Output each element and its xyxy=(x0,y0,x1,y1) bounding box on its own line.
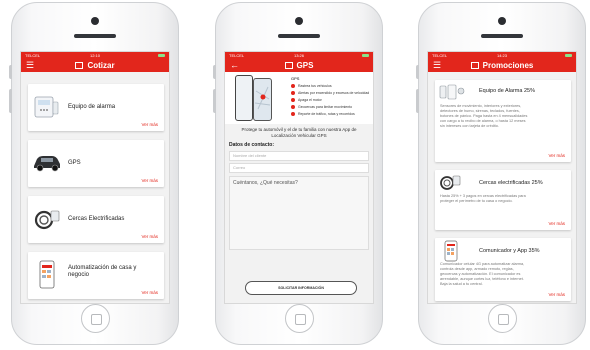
page-title: Cotizar xyxy=(21,59,169,72)
front-camera xyxy=(295,17,303,25)
status-bar: TELCEL 12:10 xyxy=(21,52,169,59)
front-camera xyxy=(91,17,99,25)
earpiece-speaker xyxy=(481,34,523,38)
earpiece-speaker xyxy=(74,34,116,38)
features-title: GPS xyxy=(291,76,300,81)
screen-promociones: TELCEL 14:23 ☰ Promociones Equipo de Ala… xyxy=(427,51,577,304)
status-bar: TELCEL 14:23 xyxy=(428,52,576,59)
app-bar: ← GPS xyxy=(225,59,373,72)
feature-item: Reporte de tráfico, rutas y recorridos xyxy=(291,111,369,118)
see-more-link[interactable]: Ver más xyxy=(548,221,565,226)
promo-description: Comunicador celular 4G para automatizar … xyxy=(440,262,525,286)
message-textarea[interactable]: Cuéntanos, ¿Qué necesitas? xyxy=(229,176,369,250)
promo-card-alarm[interactable]: Equipo de Alarma 25% Sensores de movimie… xyxy=(435,80,571,162)
page-title: GPS xyxy=(225,59,373,72)
card-label: Cercas Electrificadas xyxy=(68,216,125,222)
battery-icon xyxy=(158,54,165,57)
clock: 12:10 xyxy=(89,53,100,58)
map-pin-icon xyxy=(254,86,271,110)
app-bar: ☰ Promociones xyxy=(428,59,576,72)
name-field[interactable]: Nombre del cliente xyxy=(229,151,369,161)
feature-item: Apaga el motor xyxy=(291,97,369,104)
alarm-sensors-icon xyxy=(439,84,465,100)
see-more-link[interactable]: Ver más xyxy=(141,234,158,239)
home-square-icon xyxy=(91,314,102,325)
clock: 14:23 xyxy=(496,53,507,58)
app-bar: ☰ Cotizar xyxy=(21,59,169,72)
promo-description: Hasta 25% + 3 pagos en cercas electrific… xyxy=(440,194,526,203)
intro-text: Protege tu automóvil y el de tu familia … xyxy=(241,127,357,138)
see-more-link[interactable]: Ver más xyxy=(548,292,565,297)
card-label: GPS xyxy=(68,160,81,166)
card-label: Equipo de alarma xyxy=(68,104,116,110)
quote-card-automation[interactable]: Automatización de casa y negocio Ver más xyxy=(28,252,164,299)
screen-cotizar: TELCEL 12:10 ☰ Cotizar Equipo de alarma … xyxy=(20,51,170,304)
bullet-icon xyxy=(291,84,295,88)
card-label: Automatización de casa y negocio xyxy=(68,265,137,278)
quote-card-gps[interactable]: GPS Ver más xyxy=(28,140,164,187)
feature-item: Rastrea tus vehículos xyxy=(291,83,369,90)
front-camera xyxy=(498,17,506,25)
smart-home-phone-icon xyxy=(39,260,55,289)
promo-description: Sensores de movimiento, interiores y ext… xyxy=(440,104,528,128)
quote-card-fence[interactable]: Cercas Electrificadas Ver más xyxy=(28,196,164,243)
see-more-link[interactable]: Ver más xyxy=(548,153,565,158)
email-field[interactable]: Correo xyxy=(229,163,369,173)
fence-coil-icon xyxy=(34,210,60,230)
bullet-icon xyxy=(291,91,295,95)
home-square-icon xyxy=(295,314,306,325)
promo-card-communicator[interactable]: Comunicador y App 35% Comunicador celula… xyxy=(435,238,571,301)
see-more-link[interactable]: Ver más xyxy=(141,290,158,295)
screen-icon xyxy=(75,62,84,69)
feature-item: Geocercas para limitar movimiento xyxy=(291,104,369,111)
phone-gps: TELCEL 13:26 ← GPS GPS Rastrea tus vehíc… xyxy=(213,2,383,345)
phone-promociones: TELCEL 14:23 ☰ Promociones Equipo de Ala… xyxy=(416,2,586,345)
promo-title: Equipo de Alarma 25% xyxy=(479,88,535,94)
home-button[interactable] xyxy=(488,304,517,333)
screen-gps: TELCEL 13:26 ← GPS GPS Rastrea tus vehíc… xyxy=(224,51,374,304)
phone-cotizar: TELCEL 12:10 ☰ Cotizar Equipo de alarma … xyxy=(9,2,179,345)
home-square-icon xyxy=(498,314,509,325)
gps-banner: GPS Rastrea tus vehículos Alertas por en… xyxy=(225,72,373,124)
page-title: Promociones xyxy=(428,59,576,72)
phone-app-illustration xyxy=(235,75,253,121)
clock: 13:26 xyxy=(293,53,304,58)
screen-icon xyxy=(470,62,479,69)
promo-title: Cercas electrificadas 25% xyxy=(479,180,543,186)
bullet-icon xyxy=(291,112,295,116)
feature-item: Alertas por encendido y excesos de veloc… xyxy=(291,90,369,97)
quote-card-alarm[interactable]: Equipo de alarma Ver más xyxy=(28,84,164,131)
screen-icon xyxy=(284,62,293,69)
home-button[interactable] xyxy=(81,304,110,333)
battery-icon xyxy=(565,54,572,57)
status-bar: TELCEL 13:26 xyxy=(225,52,373,59)
battery-icon xyxy=(362,54,369,57)
gps-features-list: GPS Rastrea tus vehículos Alertas por en… xyxy=(291,75,369,118)
fence-coil-icon xyxy=(440,175,461,190)
alarm-panel-icon xyxy=(34,96,59,118)
earpiece-speaker xyxy=(278,34,320,38)
see-more-link[interactable]: Ver más xyxy=(141,122,158,127)
promo-title: Comunicador y App 35% xyxy=(479,248,540,254)
bullet-icon xyxy=(291,105,295,109)
communicator-app-icon xyxy=(444,240,458,262)
home-button[interactable] xyxy=(285,304,314,333)
see-more-link[interactable]: Ver más xyxy=(141,178,158,183)
map-phone-illustration xyxy=(253,78,272,121)
request-info-button[interactable]: SOLICITAR INFORMACIÓN xyxy=(245,281,357,295)
bullet-icon xyxy=(291,98,295,102)
promo-card-fence[interactable]: Cercas electrificadas 25% Hasta 25% + 3 … xyxy=(435,170,571,230)
car-icon xyxy=(34,156,60,172)
contact-heading: Datos de contacto: xyxy=(229,142,275,148)
